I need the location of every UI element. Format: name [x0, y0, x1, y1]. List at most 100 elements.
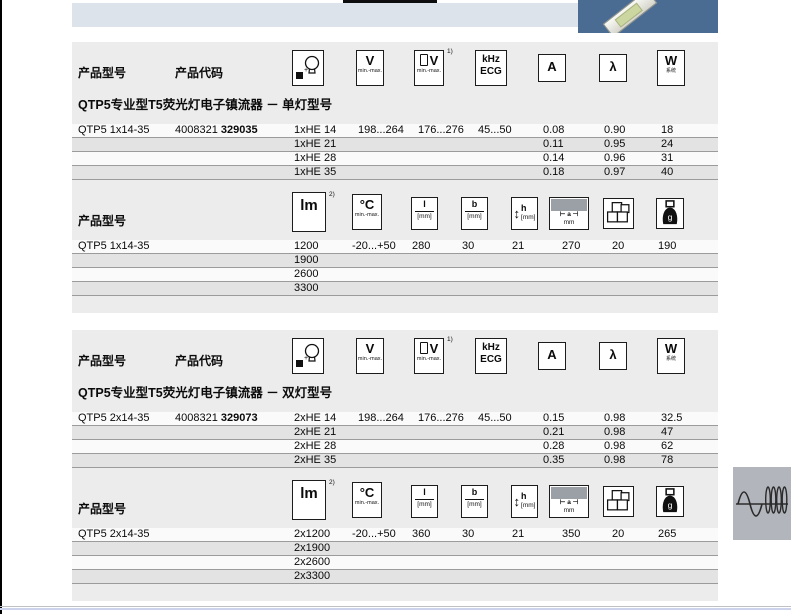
- height-icon: ↕h[mm]: [511, 485, 538, 518]
- cell-lumen: 2x3300: [294, 570, 330, 583]
- mount-distance-icon: a mm: [549, 485, 589, 518]
- cell-model: QTP5 2x14-35: [78, 528, 150, 541]
- temperature-icon: °C min.-max.: [352, 194, 382, 230]
- table-row: 2600: [72, 268, 718, 282]
- single-lamp-table: 产品型号 产品代码 + V min.-max. V min.-max. 1) k…: [72, 42, 718, 313]
- width-icon: b [mm]: [461, 197, 488, 230]
- frequency-icon: kHzECG: [475, 338, 507, 374]
- cell-lamp-type: 1xHE 35: [294, 166, 336, 179]
- page-left-border: [0, 0, 2, 614]
- cell-lumen: 1900: [294, 254, 318, 267]
- ballast-image-label: [615, 3, 643, 28]
- code-column-header: 产品代码: [175, 64, 223, 81]
- dual-lamp-table: 产品型号 产品代码 + V min.-max. V min.-max. 1) k…: [72, 330, 718, 601]
- cell-wattage: 24: [661, 138, 673, 151]
- chapter-tab: [733, 467, 791, 540]
- weight-icon: g: [656, 198, 684, 229]
- cell-length: 360: [412, 528, 430, 541]
- cell-lamp-type: 1xHE 28: [294, 152, 336, 165]
- cell-model: QTP5 1x14-35: [78, 240, 150, 253]
- cell-lumen: 2x2600: [294, 556, 330, 569]
- table-row: QTP5 2x14-35 4008321 329073 2xHE 14 198.…: [72, 412, 718, 426]
- wattage-icon: W 系统: [657, 338, 685, 374]
- cell-pack-qty: 20: [612, 240, 624, 253]
- cell-lamp-type: 1xHE 14: [294, 124, 336, 137]
- temperature-icon: °C min.-max.: [352, 482, 382, 518]
- cell-model: QTP5 1x14-35: [78, 124, 150, 137]
- cell-length: 280: [412, 240, 430, 253]
- model-column-header: 产品型号: [78, 500, 126, 517]
- cell-model: QTP5 2x14-35: [78, 412, 150, 425]
- cell-mount-distance: 270: [562, 240, 580, 253]
- model-column-header: 产品型号: [78, 352, 126, 369]
- dc-voltage-icon: V min.-max.: [414, 338, 444, 374]
- cell-power-factor: 0.96: [604, 152, 625, 165]
- table-row: QTP5 2x14-35 2x1200 -20...+50 360 30 21 …: [72, 528, 718, 542]
- svg-text:g: g: [668, 500, 673, 510]
- table-row: 1xHE 28 0.14 0.96 31: [72, 152, 718, 166]
- section-title: QTP5专业型T5荧光灯电子镇流器 － 双灯型号: [78, 382, 332, 401]
- table-row: 1900: [72, 254, 718, 268]
- table-row: 2x3300: [72, 570, 718, 584]
- cell-current: 0.15: [543, 412, 564, 425]
- cell-lamp-type: 2xHE 28: [294, 440, 336, 453]
- footnote-1-marker: 1): [447, 336, 453, 343]
- product-photo: [578, 0, 718, 33]
- cell-current: 0.35: [543, 454, 564, 467]
- wattage-icon: W 系统: [657, 50, 685, 86]
- cell-current: 0.14: [543, 152, 564, 165]
- cell-power-factor: 0.95: [604, 138, 625, 151]
- cell-current: 0.08: [543, 124, 564, 137]
- cell-dc-voltage-range: 176...276: [418, 124, 464, 137]
- cell-wattage: 47: [661, 426, 673, 439]
- cell-current: 0.21: [543, 426, 564, 439]
- table-row: 2xHE 21 0.21 0.98 47: [72, 426, 718, 440]
- cell-voltage-range: 198...264: [358, 124, 404, 137]
- cell-width: 30: [462, 240, 474, 253]
- cell-wattage: 32.5: [661, 412, 682, 425]
- table-row: QTP5 1x14-35 1200 -20...+50 280 30 21 27…: [72, 240, 718, 254]
- table-row: 1xHE 35 0.18 0.97 40: [72, 166, 718, 180]
- datasheet-page: 产品型号 产品代码 + V min.-max. V min.-max. 1) k…: [0, 0, 791, 614]
- cell-width: 30: [462, 528, 474, 541]
- length-icon: l [mm]: [411, 197, 438, 230]
- cell-wattage: 62: [661, 440, 673, 453]
- frequency-icon: kHzECG: [475, 50, 507, 86]
- footnote-2-marker: 2): [329, 479, 335, 486]
- cell-frequency: 45...50: [478, 124, 512, 137]
- sine-coil-icon: [733, 467, 791, 540]
- cell-code: 4008321 329073: [175, 412, 258, 425]
- cell-current: 0.28: [543, 440, 564, 453]
- cell-power-factor: 0.97: [604, 166, 625, 179]
- cell-wattage: 40: [661, 166, 673, 179]
- package-icon: [603, 486, 634, 517]
- cell-pack-qty: 20: [612, 528, 624, 541]
- cell-lamp-type: 1xHE 21: [294, 138, 336, 151]
- mount-distance-icon: a mm: [549, 197, 589, 230]
- cell-power-factor: 0.98: [604, 412, 625, 425]
- table-row: 1xHE 21 0.11 0.95 24: [72, 138, 718, 152]
- cell-dc-voltage-range: 176...276: [418, 412, 464, 425]
- cell-weight: 265: [658, 528, 676, 541]
- header-band: [72, 3, 578, 27]
- cell-lumen: 2x1200: [294, 528, 330, 541]
- height-icon: ↕h[mm]: [511, 197, 538, 230]
- cell-wattage: 31: [661, 152, 673, 165]
- cell-lamp-type: 2xHE 21: [294, 426, 336, 439]
- cell-wattage: 78: [661, 454, 673, 467]
- footer-rule: [0, 606, 791, 607]
- weight-icon: g: [656, 486, 684, 517]
- cell-power-factor: 0.98: [604, 440, 625, 453]
- table-row: QTP5 1x14-35 4008321 329035 1xHE 14 198.…: [72, 124, 718, 138]
- footnote-1-marker: 1): [447, 48, 453, 55]
- cell-lumen: 3300: [294, 282, 318, 295]
- power-factor-icon: λ: [599, 54, 627, 82]
- current-icon: A: [538, 54, 566, 82]
- cell-current: 0.18: [543, 166, 564, 179]
- cell-lumen: 2600: [294, 268, 318, 281]
- lamp-icon: +: [292, 50, 324, 86]
- cell-lumen: 2x1900: [294, 542, 330, 555]
- cell-code: 4008321 329035: [175, 124, 258, 137]
- length-icon: l [mm]: [411, 485, 438, 518]
- svg-text:g: g: [668, 212, 673, 222]
